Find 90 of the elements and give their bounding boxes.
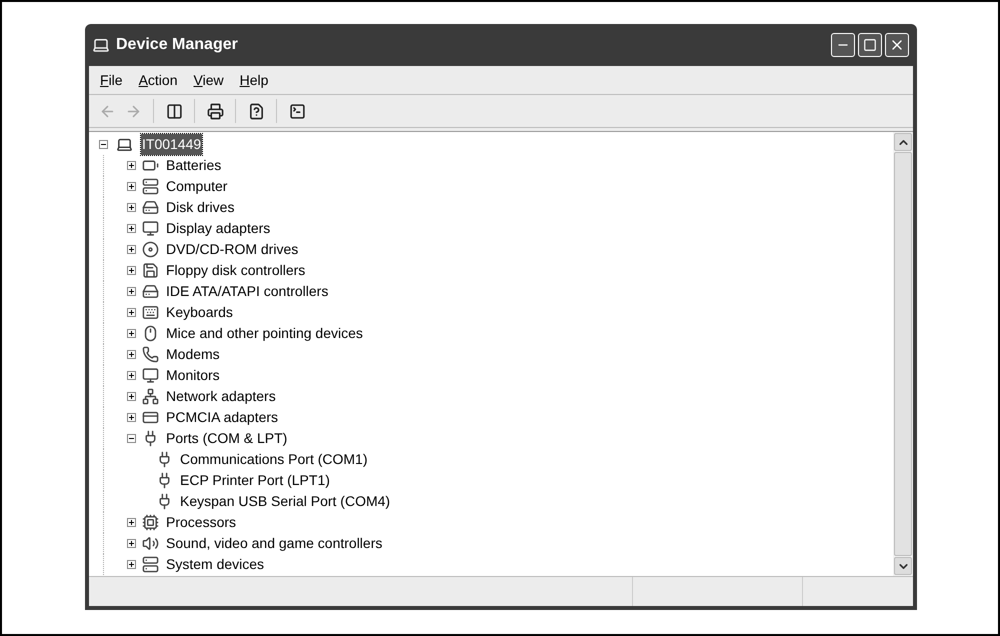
speaker-icon [142, 535, 159, 552]
scroll-down-button[interactable] [894, 557, 912, 575]
help-icon [248, 102, 264, 120]
plus-icon [128, 393, 135, 400]
menu-item[interactable]: File [95, 70, 128, 90]
computer-tower-icon [142, 556, 159, 573]
expand-toggle[interactable] [127, 203, 136, 212]
minimize-button[interactable] [831, 33, 855, 57]
expand-toggle[interactable] [127, 392, 136, 401]
scroll-up-button[interactable] [894, 133, 912, 151]
close-button[interactable] [885, 33, 909, 57]
expand-toggle[interactable] [127, 539, 136, 548]
tree-item[interactable]: Ports (COM & LPT) [165, 428, 288, 449]
tree-item[interactable]: Network adapters [165, 386, 277, 407]
expand-toggle[interactable] [127, 287, 136, 296]
expand-toggle[interactable] [127, 224, 136, 233]
window-title: Device Manager [116, 35, 239, 55]
maximize-icon [863, 38, 877, 52]
tree-item[interactable]: System devices [165, 554, 266, 575]
tree-item[interactable]: Processors [165, 512, 238, 533]
network-icon [142, 388, 159, 405]
plus-icon [128, 540, 135, 547]
expand-toggle[interactable] [127, 413, 136, 422]
computer-icon [116, 136, 133, 153]
expand-toggle[interactable] [127, 329, 136, 338]
tree-item[interactable]: Modems [165, 344, 221, 365]
maximize-button[interactable] [858, 33, 882, 57]
tree-item[interactable]: IDE ATA/ATAPI controllers [165, 281, 330, 302]
expand-toggle[interactable] [127, 518, 136, 527]
tree-item[interactable]: PCMCIA adapters [165, 407, 280, 428]
terminal-icon [288, 102, 306, 120]
disc-icon [142, 241, 159, 258]
plus-icon [128, 225, 135, 232]
tree-item[interactable]: Batteries [165, 155, 222, 176]
plus-icon [128, 267, 135, 274]
expand-toggle[interactable] [127, 308, 136, 317]
expand-toggle[interactable] [127, 182, 136, 191]
scrollbar[interactable] [893, 132, 913, 576]
tree-item[interactable]: Disk drives [165, 197, 236, 218]
tree-item[interactable]: Monitors [165, 365, 221, 386]
plus-icon [128, 162, 135, 169]
expand-toggle[interactable] [127, 266, 136, 275]
tree-item[interactable]: Display adapters [165, 218, 272, 239]
hard-drive-icon [142, 199, 159, 216]
menu-item[interactable]: Help [234, 70, 274, 90]
plus-icon [128, 351, 135, 358]
expand-toggle[interactable] [127, 245, 136, 254]
expand-toggle[interactable] [127, 371, 136, 380]
minus-icon [100, 141, 107, 148]
keyboard-icon [142, 304, 159, 321]
card-icon [142, 409, 159, 426]
monitor-icon [142, 367, 159, 384]
expand-toggle[interactable] [127, 560, 136, 569]
plus-icon [128, 246, 135, 253]
tree-item[interactable]: IT001449 [141, 134, 202, 155]
mouse-icon [142, 325, 159, 342]
tree-item[interactable]: Floppy disk controllers [165, 260, 306, 281]
tree-item[interactable]: Sound, video and game controllers [165, 533, 384, 554]
plus-icon [128, 309, 135, 316]
plus-icon [128, 330, 135, 337]
plus-icon [128, 414, 135, 421]
plus-icon [128, 372, 135, 379]
computer-tower-icon [142, 178, 159, 195]
computer-icon [92, 36, 110, 54]
printer-icon [206, 102, 224, 120]
tree-item[interactable]: DVD/CD-ROM drives [165, 239, 300, 260]
tree-item[interactable]: Keyspan USB Serial Port (COM4) [179, 491, 392, 512]
expand-toggle[interactable] [127, 350, 136, 359]
tree-item[interactable]: Computer [165, 176, 228, 197]
tree-item[interactable]: Keyboards [165, 302, 234, 323]
plus-icon [128, 519, 135, 526]
menu-item[interactable]: View [188, 70, 229, 90]
phone-icon [142, 346, 159, 363]
monitor-icon [142, 220, 159, 237]
plus-icon [128, 288, 135, 295]
minus-icon [128, 435, 135, 442]
panel-icon [166, 102, 182, 120]
tree-item[interactable]: ECP Printer Port (LPT1) [179, 470, 331, 491]
plus-icon [128, 183, 135, 190]
scroll-thumb[interactable] [894, 152, 912, 556]
expand-toggle[interactable] [127, 161, 136, 170]
plus-icon [128, 204, 135, 211]
collapse-toggle[interactable] [99, 140, 108, 149]
chip-icon [142, 514, 159, 531]
collapse-toggle[interactable] [127, 434, 136, 443]
tree-item[interactable]: Mice and other pointing devices [165, 323, 364, 344]
plus-icon [128, 561, 135, 568]
menu-item[interactable]: Action [134, 70, 182, 90]
tree-item[interactable]: Communications Port (COM1) [179, 449, 368, 470]
hard-drive-icon [142, 283, 159, 300]
